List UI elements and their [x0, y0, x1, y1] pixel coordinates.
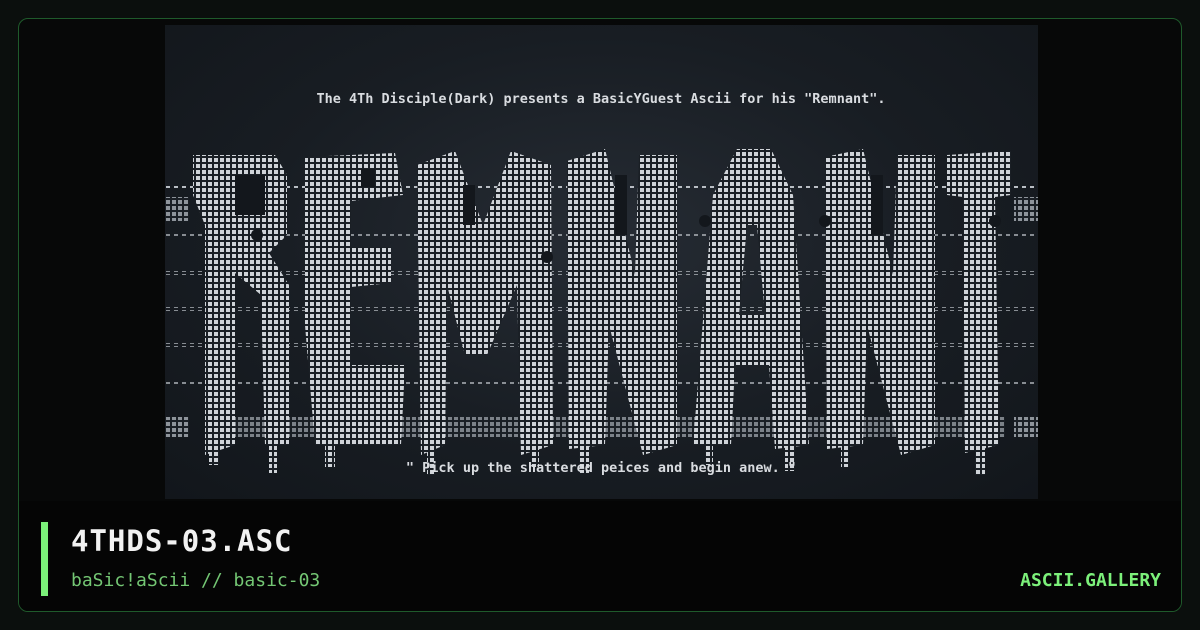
- site-brand-link[interactable]: ASCII.GALLERY: [1020, 569, 1161, 593]
- ascii-footer-line: " Pick up the shattered peices and begin…: [406, 460, 796, 476]
- ascii-art-canvas: The 4Th Disciple(Dark) presents a BasicY…: [165, 91, 1038, 476]
- file-title: 4THDS-03.ASC: [71, 524, 293, 558]
- ascii-header-line: The 4Th Disciple(Dark) presents a BasicY…: [317, 91, 886, 107]
- accent-bar: [41, 522, 48, 596]
- left-side-block: [165, 197, 189, 221]
- pack-subtitle[interactable]: baSic!aScii // basic-03: [71, 569, 320, 593]
- left-bottom-block: [165, 417, 189, 437]
- info-footer: 4THDS-03.ASC baSic!aScii // basic-03 ASC…: [19, 501, 1181, 611]
- artwork-card[interactable]: The 4Th Disciple(Dark) presents a BasicY…: [18, 18, 1182, 612]
- right-side-block: [1014, 197, 1038, 221]
- ascii-art-preview: The 4Th Disciple(Dark) presents a BasicY…: [165, 25, 1038, 499]
- right-bottom-block: [1014, 417, 1038, 437]
